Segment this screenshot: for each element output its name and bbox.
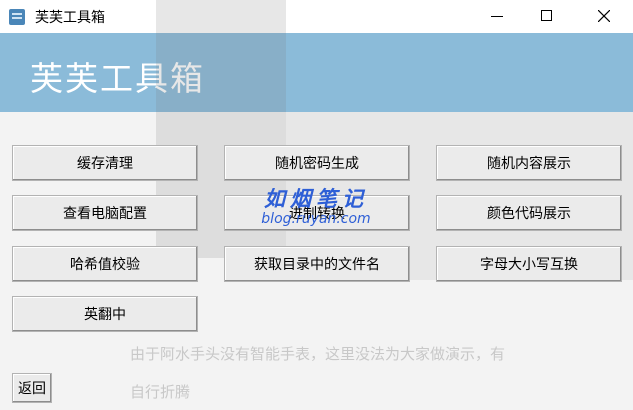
cache-clean-button[interactable]: 缓存清理 <box>12 145 198 181</box>
list-filenames-button[interactable]: 获取目录中的文件名 <box>224 246 410 282</box>
hash-verify-button[interactable]: 哈希值校验 <box>12 246 198 282</box>
maximize-button[interactable] <box>524 0 570 33</box>
pc-config-button[interactable]: 查看电脑配置 <box>12 195 198 231</box>
back-button[interactable]: 返回 <box>12 373 52 403</box>
title-bar: 芙芙工具箱 <box>0 0 633 33</box>
case-swap-button[interactable]: 字母大小写互换 <box>436 246 622 282</box>
app-icon <box>9 9 25 25</box>
color-code-button[interactable]: 颜色代码展示 <box>436 195 622 231</box>
background-text: 自行折腾 <box>130 383 191 401</box>
background-text: 由于阿水手头没有智能手表，这里没法为大家做演示，有 <box>130 345 506 363</box>
minimize-button[interactable] <box>474 0 520 33</box>
random-password-button[interactable]: 随机密码生成 <box>224 145 410 181</box>
close-button[interactable] <box>581 0 627 33</box>
window-title: 芙芙工具箱 <box>35 10 105 26</box>
random-content-button[interactable]: 随机内容展示 <box>436 145 622 181</box>
en-to-cn-button[interactable]: 英翻中 <box>12 296 198 332</box>
base-convert-button[interactable]: 进制转换 <box>224 195 410 231</box>
close-icon <box>598 10 610 22</box>
